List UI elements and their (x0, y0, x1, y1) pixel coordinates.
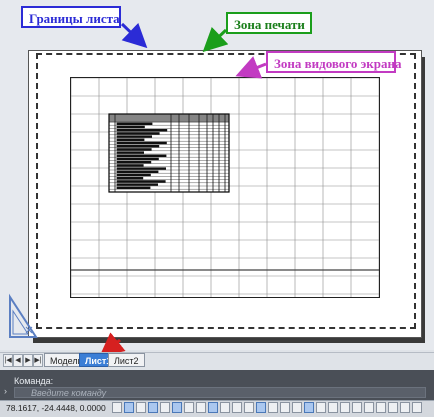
status-toggle-icon[interactable] (208, 402, 218, 413)
status-toggle-icon[interactable] (388, 402, 398, 413)
tab-nav-next-button[interactable]: ▶ (23, 354, 33, 367)
tab-nav-prev-button[interactable]: ◀ (13, 354, 23, 367)
status-toggle-icon[interactable] (220, 402, 230, 413)
table-text-line (116, 135, 152, 138)
status-toggle-icon[interactable] (148, 402, 158, 413)
table-text-line (116, 173, 151, 177)
ucs-icon (9, 293, 38, 338)
table-text-line (116, 154, 167, 158)
table-text-line (116, 132, 160, 135)
status-toggle-icon[interactable] (412, 402, 422, 413)
status-toggle-icon[interactable] (292, 402, 302, 413)
table-text-line (116, 141, 167, 145)
table-text-line (116, 183, 158, 186)
callout-print-zone: Зона печати (226, 12, 312, 34)
tab-nav-last-button[interactable]: ▶| (33, 354, 43, 367)
table-text-line (116, 161, 152, 164)
table-text-line (116, 180, 166, 183)
status-toggle-icon[interactable] (136, 402, 146, 413)
callout-viewport-zone: Зона видового экрана (266, 51, 401, 73)
table-text-line (116, 186, 151, 190)
status-toggle-icon[interactable] (196, 402, 206, 413)
status-toggle-icon[interactable] (244, 402, 254, 413)
table-text-line (116, 129, 168, 132)
table-text-line (116, 125, 145, 129)
table-text-line (116, 151, 145, 154)
table-text-line (116, 122, 153, 126)
status-toggle-icon[interactable] (232, 402, 242, 413)
command-prompt-icon: › (4, 386, 7, 396)
command-history: Команда: (14, 376, 54, 386)
status-toggle-icon[interactable] (172, 402, 182, 413)
tab-nav-first-button[interactable]: |◀ (3, 354, 13, 367)
status-toggle-icon[interactable] (400, 402, 410, 413)
command-input[interactable]: Введите команду (14, 387, 426, 398)
table-text-line (116, 167, 166, 170)
status-toggle-icon[interactable] (328, 402, 338, 413)
status-toggle-icon[interactable] (364, 402, 374, 413)
status-toggle-icon[interactable] (340, 402, 350, 413)
status-toggle-icon[interactable] (184, 402, 194, 413)
status-toggle-icon[interactable] (124, 402, 134, 413)
table-header (108, 113, 230, 123)
coordinates-readout: 78.1617, -24.4448, 0.0000 (6, 403, 106, 413)
table-text-line (116, 148, 152, 151)
status-toggle-icon[interactable] (280, 402, 290, 413)
viewport-grid (71, 78, 379, 297)
status-toggle-icon[interactable] (160, 402, 170, 413)
status-toggle-icon[interactable] (316, 402, 326, 413)
viewport[interactable] (70, 77, 380, 298)
status-toggle-icon[interactable] (352, 402, 362, 413)
table-text-line (116, 138, 145, 142)
callout-sheet-bounds: Границы листа (21, 6, 121, 28)
drawing-table (108, 113, 230, 193)
tab-sheet2[interactable]: Лист2 (108, 353, 145, 367)
table-text-line (116, 164, 144, 167)
status-toggle-icon[interactable] (256, 402, 266, 413)
table-text-line (116, 145, 160, 148)
table-text-line (116, 157, 159, 161)
table-text-line (116, 177, 144, 180)
status-toggle-icon[interactable] (304, 402, 314, 413)
status-toggle-icon[interactable] (376, 402, 386, 413)
table-text-line (116, 170, 159, 174)
status-toggle-icon[interactable] (268, 402, 278, 413)
status-toggle-icon[interactable] (112, 402, 122, 413)
